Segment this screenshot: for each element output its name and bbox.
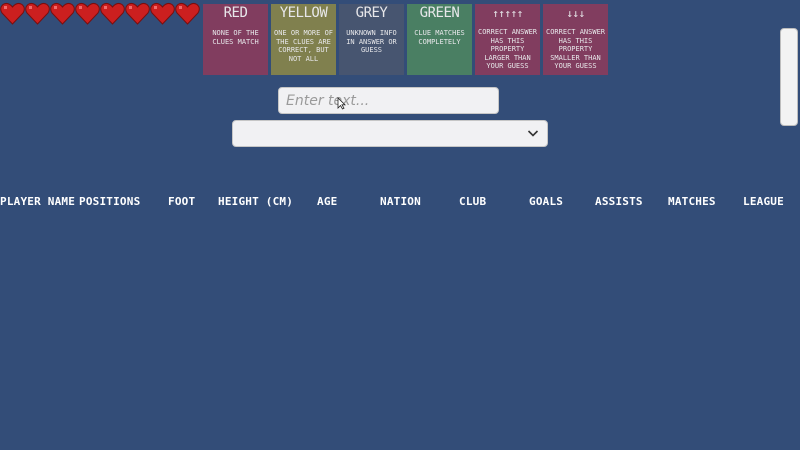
legend-description: CLUE MATCHES COMPLETELY: [414, 29, 465, 46]
column-header-goals: Goals: [529, 195, 564, 208]
heart-icon: [125, 2, 150, 26]
legend-description: UNKNOWN INFO IN ANSWER OR GUESS: [346, 29, 397, 54]
legend-title: GREEN: [419, 5, 460, 21]
legend-card-green: GREEN CLUE MATCHES COMPLETELY: [407, 4, 472, 75]
legend-description: CORRECT ANSWER HAS THIS PROPERTY SMALLER…: [546, 28, 606, 70]
player-search-input[interactable]: [278, 87, 499, 114]
guess-select-dropdown[interactable]: [232, 120, 548, 147]
column-header-nation: Nation: [380, 195, 421, 208]
legend-description: ONE OR MORE OF THE CLUES ARE CORRECT, BU…: [274, 29, 334, 63]
column-header-matches: Matches: [668, 195, 716, 208]
legend-title: YELLOW: [279, 5, 328, 21]
column-header-height: Height (cm): [218, 195, 294, 208]
heart-icon: [25, 2, 50, 26]
legend-description: CORRECT ANSWER HAS THIS PROPERTY LARGER …: [478, 28, 538, 70]
guess-table-header: Player Name Positions Foot Height (cm) A…: [0, 195, 800, 209]
legend-card-lower: ↓↓↓ CORRECT ANSWER HAS THIS PROPERTY SMA…: [543, 4, 608, 75]
column-header-league: League: [743, 195, 784, 208]
legend-card-higher: ↑↑↑↑↑ CORRECT ANSWER HAS THIS PROPERTY L…: [475, 4, 540, 75]
up-arrows-icon: ↑↑↑↑↑: [492, 7, 523, 20]
down-arrows-icon: ↓↓↓: [566, 7, 585, 20]
heart-icon: [0, 2, 25, 26]
heart-icon: [100, 2, 125, 26]
lives-row: [0, 2, 200, 26]
legend-title: RED: [223, 5, 248, 21]
column-header-club: Club: [459, 195, 487, 208]
heart-icon: [50, 2, 75, 26]
column-header-player-name: Player Name: [0, 195, 76, 208]
heart-icon: [150, 2, 175, 26]
heart-icon: [75, 2, 100, 26]
scrollbar[interactable]: [780, 28, 798, 126]
heart-icon: [175, 2, 200, 26]
legend-title: GREY: [355, 5, 388, 21]
legend-card-grey: GREY UNKNOWN INFO IN ANSWER OR GUESS: [339, 4, 404, 75]
column-header-age: Age: [317, 195, 338, 208]
legend-description: NONE OF THE CLUES MATCH: [212, 29, 259, 46]
column-header-foot: Foot: [168, 195, 196, 208]
legend-card-yellow: YELLOW ONE OR MORE OF THE CLUES ARE CORR…: [271, 4, 336, 75]
chevron-down-icon: [527, 130, 539, 137]
legend-card-red: RED NONE OF THE CLUES MATCH: [203, 4, 268, 75]
color-legend: RED NONE OF THE CLUES MATCH YELLOW ONE O…: [203, 4, 608, 75]
mouse-cursor-icon: [337, 97, 346, 110]
column-header-positions: Positions: [79, 195, 141, 208]
column-header-assists: Assists: [595, 195, 643, 208]
